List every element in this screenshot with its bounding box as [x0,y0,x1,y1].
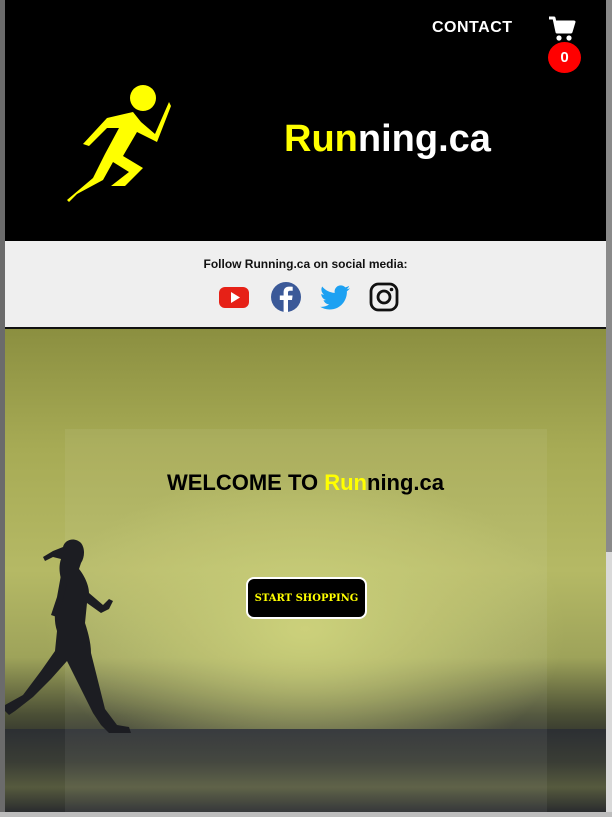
site-header: CONTACT 0 Running.ca [5,0,606,241]
scrollbar-thumb[interactable] [606,0,612,552]
runner-silhouette [5,539,131,733]
scrollbar[interactable] [606,0,612,817]
start-shopping-button[interactable]: START SHOPPING [246,577,367,619]
contact-link[interactable]: CONTACT [432,19,513,37]
youtube-icon[interactable] [218,281,250,313]
brand-title: Running.ca [284,118,491,160]
instagram-icon[interactable] [368,281,400,313]
page-frame: CONTACT 0 Running.ca Follow Running.ca o… [5,0,606,812]
runner-logo-icon [67,85,171,202]
cart-count-badge: 0 [548,42,581,73]
bottom-edge [0,812,612,817]
social-bar: Follow Running.ca on social media: [5,241,606,329]
social-label: Follow Running.ca on social media: [203,257,408,271]
facebook-icon[interactable] [270,281,302,313]
twitter-icon[interactable] [319,281,351,313]
cart-icon[interactable] [548,16,576,42]
hero-section: WELCOME TO Running.ca START SHOPPING [5,329,606,812]
welcome-heading: WELCOME TO Running.ca [166,470,445,495]
